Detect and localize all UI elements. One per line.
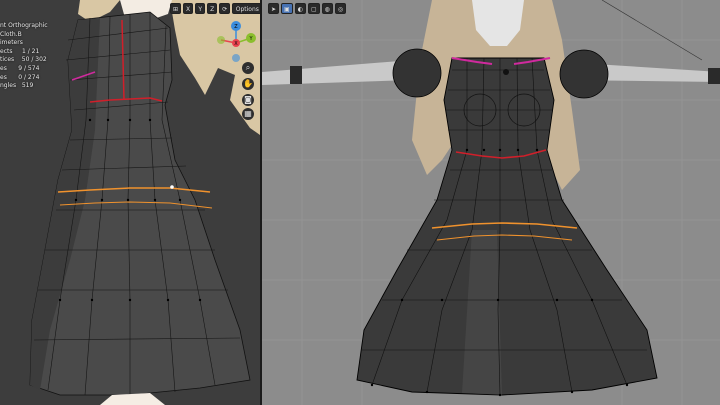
stat-row: tices 50 / 302: [0, 56, 47, 64]
shading-wire-icon[interactable]: ▢: [307, 2, 320, 14]
left-header-toolbar: ⊞ X Y Z ⟳ Options: [170, 2, 260, 14]
units-label: imeters: [0, 39, 23, 47]
wrist-cuff: [290, 66, 302, 84]
camera-icon[interactable]: ◙: [242, 94, 254, 106]
shading-solid-icon[interactable]: ◐: [294, 2, 306, 14]
axis-x-button[interactable]: X: [183, 2, 194, 14]
right-viewport-canvas: [262, 0, 720, 405]
object-name: Cloth.B: [0, 30, 22, 38]
left-3d-viewport[interactable]: nt Orthographic Cloth.B imeters ects 1 /…: [0, 0, 260, 405]
axis-y-button[interactable]: Y: [195, 2, 206, 14]
wrist-cuff: [708, 68, 720, 84]
right-3d-viewport[interactable]: ➤ ▣ ◐ ▢ ◍ ◎: [262, 0, 720, 405]
sleeve-left: [392, 48, 442, 98]
stat-row: es 0 / 274: [0, 73, 40, 81]
view-name: nt Orthographic: [0, 22, 48, 29]
gizmo-z-label: Z: [234, 24, 238, 30]
shading-material-icon[interactable]: ◍: [321, 2, 333, 14]
right-header-toolbar: ➤ ▣ ◐ ▢ ◍ ◎: [268, 2, 347, 14]
options-dropdown[interactable]: Options: [232, 2, 260, 14]
gizmo-x-label: X: [234, 41, 238, 47]
active-vertex: [170, 185, 174, 189]
select-box-icon[interactable]: ▣: [281, 2, 293, 14]
stat-row: ngles 519: [0, 82, 34, 90]
guide-line: [601, 0, 703, 61]
snap-icon[interactable]: ⟳: [219, 2, 231, 14]
arm-shape: [262, 60, 412, 85]
sleeve-right: [559, 49, 609, 99]
grid-view-icon[interactable]: ▦: [242, 108, 254, 120]
collar-button: [503, 69, 509, 75]
transform-pivot-icon[interactable]: ⊞: [170, 2, 182, 14]
navigation-gizmo[interactable]: Z Y X: [213, 20, 259, 66]
stat-row: es 9 / 574: [0, 64, 40, 72]
overlay-icon[interactable]: ◎: [334, 2, 347, 14]
dress-body: [356, 57, 658, 396]
zoom-icon[interactable]: ⌕: [242, 62, 254, 74]
viewport-info-overlay: nt Orthographic Cloth.B imeters ects 1 /…: [0, 22, 48, 91]
select-arrow-icon[interactable]: ➤: [268, 2, 280, 14]
axis-z-button[interactable]: Z: [207, 2, 218, 14]
pan-hand-icon[interactable]: ✋: [242, 78, 254, 90]
